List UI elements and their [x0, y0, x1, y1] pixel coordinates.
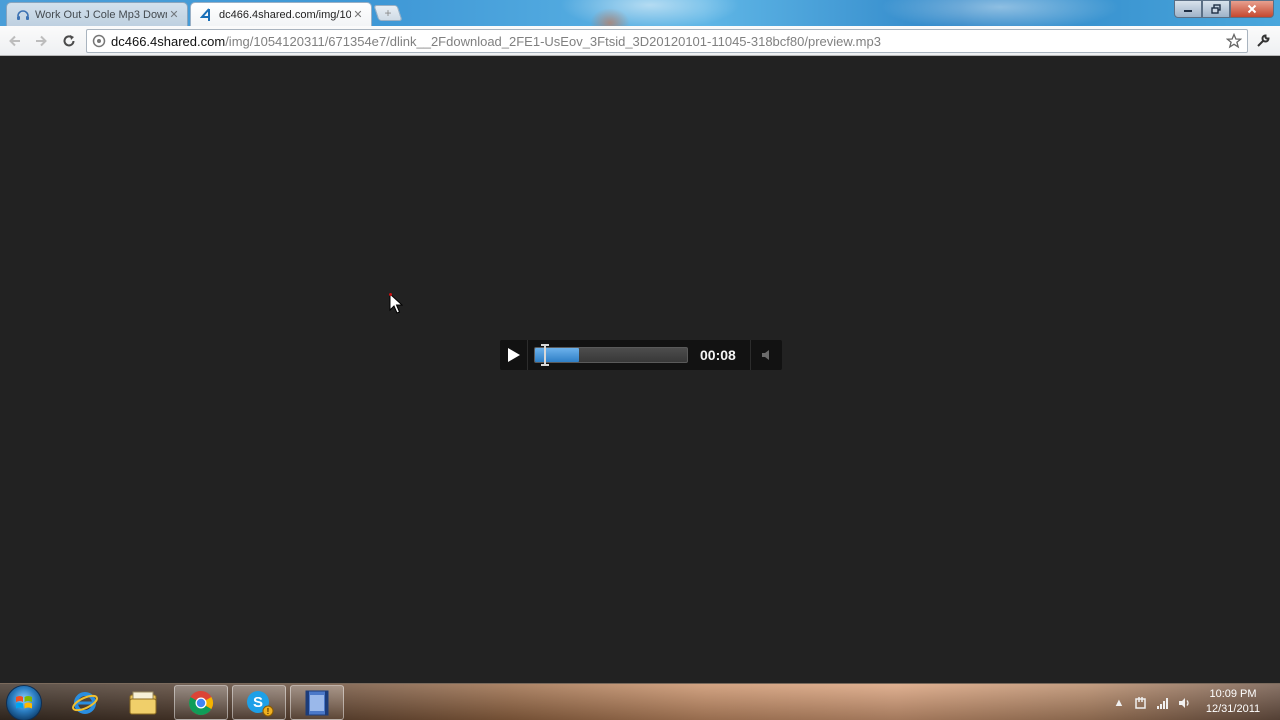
wallpaper-cloud: [560, 0, 740, 26]
page-icon: [91, 33, 107, 49]
seek-handle[interactable]: [541, 344, 549, 366]
media-file-icon: [305, 690, 329, 715]
url-text[interactable]: dc466.4shared.com/img/1054120311/671354e…: [111, 34, 881, 49]
back-button[interactable]: [4, 30, 26, 52]
show-hidden-icons-icon[interactable]: ▲: [1108, 692, 1130, 714]
forward-arrow-icon: [36, 35, 47, 47]
skype-icon: S !: [247, 690, 274, 716]
4shared-icon: [199, 7, 215, 23]
tab-title: dc466.4shared.com/img/10: [219, 8, 351, 21]
forward-button[interactable]: [30, 30, 52, 52]
wrench-icon: [1257, 34, 1270, 47]
svg-text:!: !: [267, 707, 270, 716]
taskbar-skype[interactable]: S !: [232, 685, 286, 720]
tab-title: Work Out J Cole Mp3 Down: [35, 8, 167, 21]
speaker-icon: [761, 350, 769, 360]
system-clock[interactable]: 10:09 PM 12/31/2011: [1200, 687, 1266, 717]
play-icon: [507, 348, 520, 362]
taskbar-chrome[interactable]: [174, 685, 228, 720]
new-tab-icon: +: [384, 6, 392, 20]
chrome-icon: [189, 690, 214, 715]
system-tray: ▲: [1108, 684, 1196, 720]
network-signal-icon[interactable]: [1152, 692, 1174, 714]
address-bar[interactable]: dc466.4shared.com/img/1054120311/671354e…: [86, 29, 1248, 53]
reload-icon: [63, 35, 75, 47]
taskbar-internet-explorer[interactable]: [58, 685, 112, 720]
title-bar: Work Out J Cole Mp3 Down ✕ dc466.4shared…: [0, 0, 1280, 26]
taskbar: S ! ▲ 10:09 PM 12/31/2011: [0, 683, 1280, 720]
wrench-menu-button[interactable]: [1252, 30, 1274, 52]
current-time: 00:08: [700, 347, 736, 363]
reload-button[interactable]: [58, 30, 80, 52]
close-icon[interactable]: ✕: [351, 8, 365, 21]
taskbar-media-file[interactable]: [290, 685, 344, 720]
tab-work-out-j-cole[interactable]: Work Out J Cole Mp3 Down ✕: [6, 2, 188, 26]
url-host: dc466.4shared.com: [111, 33, 226, 49]
action-center-icon[interactable]: [1130, 692, 1152, 714]
svg-text:S: S: [253, 694, 263, 711]
mouse-cursor-icon: [389, 293, 403, 314]
minimize-button[interactable]: [1174, 0, 1202, 18]
clock-date: 12/31/2011: [1205, 703, 1261, 715]
restore-button[interactable]: [1202, 0, 1230, 18]
internet-explorer-icon: [72, 691, 98, 714]
wallpaper-cloud: [880, 0, 1120, 26]
window-controls: [1174, 0, 1274, 18]
seek-progress: [535, 348, 579, 362]
windows-explorer-icon: [129, 691, 157, 714]
start-button[interactable]: [6, 685, 42, 720]
close-window-button[interactable]: [1230, 0, 1274, 18]
close-icon[interactable]: ✕: [167, 8, 181, 21]
taskbar-windows-explorer[interactable]: [116, 685, 170, 720]
mute-button[interactable]: [750, 340, 782, 370]
back-arrow-icon: [9, 35, 20, 47]
wallpaper-accent: [590, 8, 630, 26]
browser-toolbar: dc466.4shared.com/img/1054120311/671354e…: [0, 26, 1280, 56]
tab-4shared-preview[interactable]: dc466.4shared.com/img/10 ✕: [190, 2, 372, 26]
url-path: /img/1054120311/671354e7/dlink__2Fdownlo…: [225, 33, 881, 49]
headphones-icon: [15, 7, 31, 23]
play-button[interactable]: [500, 340, 528, 370]
clock-time: 10:09 PM: [1209, 688, 1257, 700]
new-tab-button[interactable]: +: [373, 5, 403, 21]
seek-bar[interactable]: [534, 344, 688, 366]
page-content: 00:08: [0, 57, 1280, 683]
volume-icon[interactable]: [1174, 692, 1196, 714]
audio-player: 00:08: [500, 340, 782, 370]
bookmark-star-icon[interactable]: [1225, 32, 1243, 50]
windows-logo-icon: [16, 696, 32, 709]
